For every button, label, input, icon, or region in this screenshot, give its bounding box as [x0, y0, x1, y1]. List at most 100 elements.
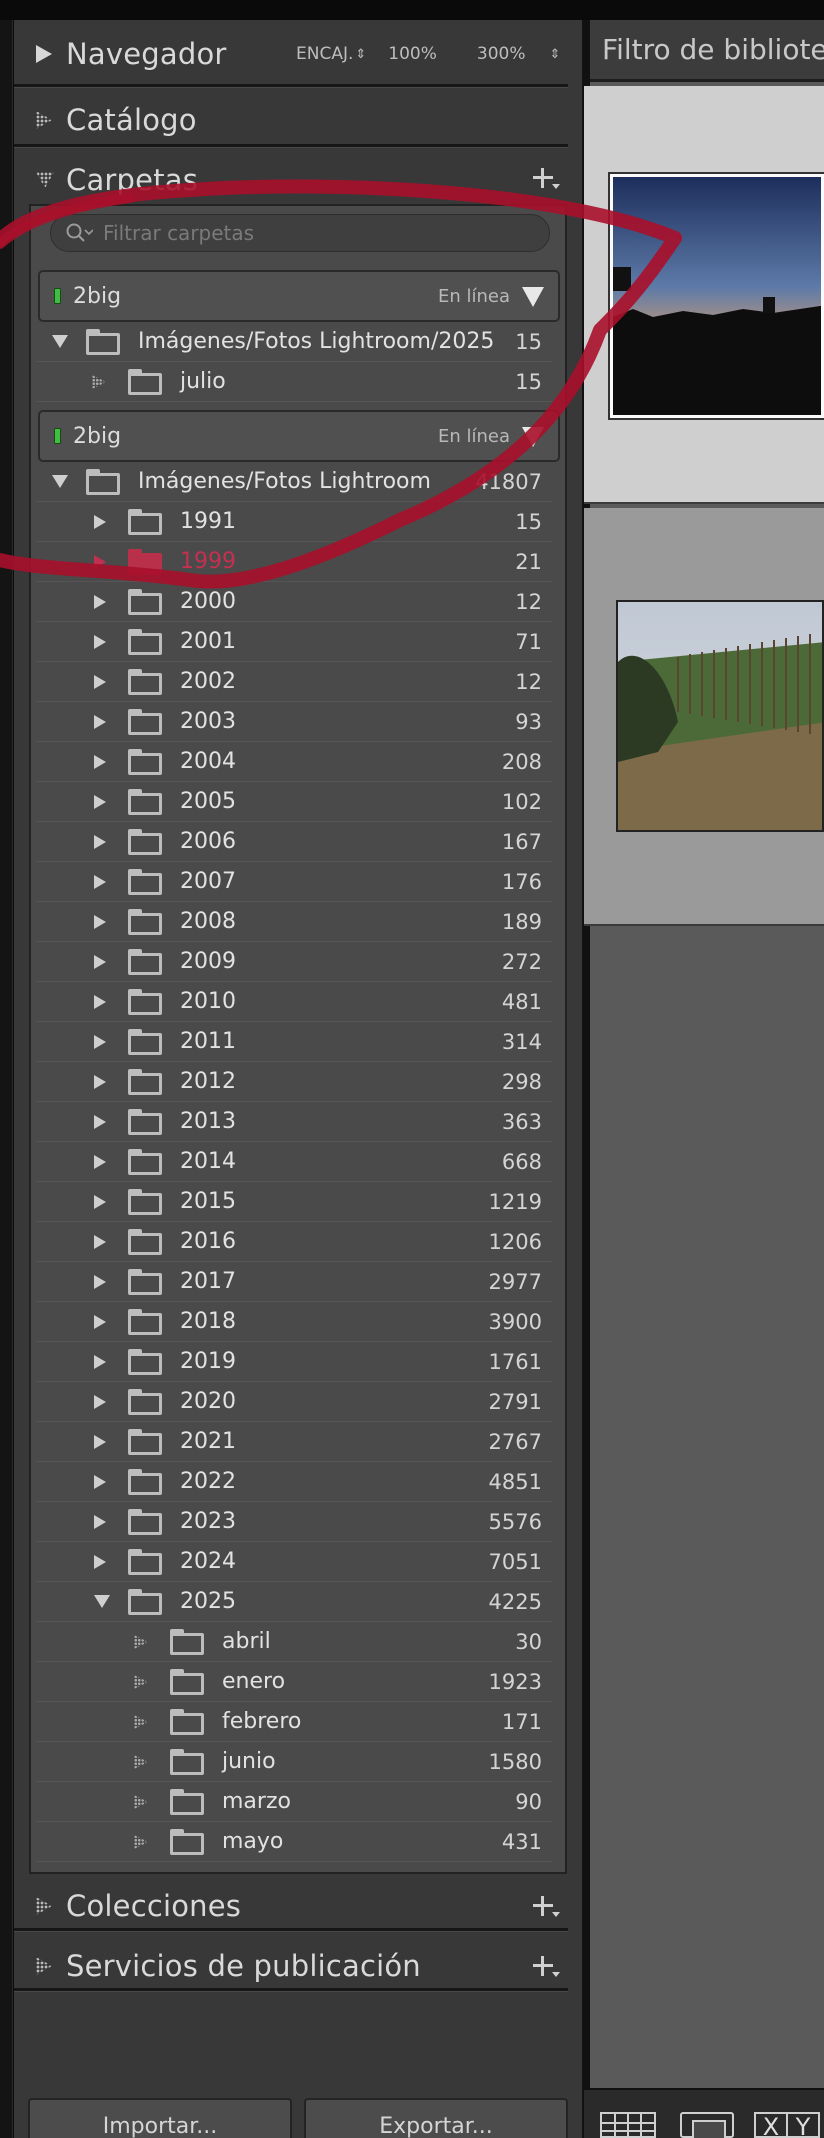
folder-row[interactable]: 2018 3900: [36, 1302, 552, 1342]
dune-fence-photo-thumbnail[interactable]: [616, 600, 824, 832]
expand-triangle-icon[interactable]: [94, 915, 108, 929]
folder-row[interactable]: julio 15: [36, 362, 552, 402]
expand-triangle-icon[interactable]: [94, 995, 108, 1009]
folder-row[interactable]: Imágenes/Fotos Lightroom 41807: [36, 462, 552, 502]
import-button[interactable]: Importar...: [28, 2098, 292, 2138]
folder-row[interactable]: 2006 167: [36, 822, 552, 862]
folder-row[interactable]: 2002 12: [36, 662, 552, 702]
expand-triangle-icon[interactable]: [94, 1075, 108, 1089]
folder-row[interactable]: Imágenes/Fotos Lightroom/2025 15: [36, 322, 552, 362]
expand-triangle-icon[interactable]: [94, 1475, 108, 1489]
folder-row[interactable]: enero 1923: [36, 1662, 552, 1702]
left-edge-panel-toggle[interactable]: [0, 20, 13, 2138]
add-publish-service-plus-icon[interactable]: [528, 1950, 560, 1982]
expand-triangle-icon[interactable]: [94, 1315, 108, 1329]
folder-row[interactable]: 2021 2767: [36, 1422, 552, 1462]
expand-triangle-icon[interactable]: [94, 635, 108, 649]
expand-triangle-icon[interactable]: [94, 595, 108, 609]
compare-view-icon[interactable]: X Y: [754, 2112, 820, 2138]
expand-triangle-icon[interactable]: [94, 1035, 108, 1049]
expand-triangle-icon[interactable]: [94, 835, 108, 849]
expand-triangle-icon[interactable]: [94, 1155, 108, 1169]
collections-header[interactable]: Colecciones: [14, 1884, 568, 1928]
loupe-view-icon[interactable]: [680, 2112, 734, 2138]
folder-row[interactable]: 2010 481: [36, 982, 552, 1022]
expand-triangle-icon[interactable]: [94, 675, 108, 689]
folder-row[interactable]: 2008 189: [36, 902, 552, 942]
folder-row[interactable]: 2009 272: [36, 942, 552, 982]
folder-row[interactable]: 2020 2791: [36, 1382, 552, 1422]
folder-row[interactable]: 2004 208: [36, 742, 552, 782]
folder-row[interactable]: mayo 431: [36, 1822, 552, 1862]
zoom-100-option[interactable]: 100%: [388, 44, 437, 64]
expand-triangle-icon[interactable]: [94, 1115, 108, 1129]
publish-services-header[interactable]: Servicios de publicación: [14, 1944, 568, 1988]
collapse-triangle-icon[interactable]: [52, 335, 68, 349]
folders-header[interactable]: Carpetas: [14, 158, 568, 202]
expand-triangle-icon[interactable]: [94, 755, 108, 769]
export-button[interactable]: Exportar...: [304, 2098, 568, 2138]
folders-collapse-icon[interactable]: [14, 160, 54, 200]
expand-triangle-icon[interactable]: [94, 715, 108, 729]
folder-row[interactable]: 2007 176: [36, 862, 552, 902]
folder-row[interactable]: 2000 12: [36, 582, 552, 622]
expand-dotted-icon[interactable]: [134, 1715, 148, 1729]
folder-row[interactable]: 2019 1761: [36, 1342, 552, 1382]
expand-dotted-icon[interactable]: [134, 1795, 148, 1809]
collections-expand-icon[interactable]: [14, 1886, 54, 1926]
folder-row[interactable]: 2013 363: [36, 1102, 552, 1142]
filter-folders-input[interactable]: Filtrar carpetas: [50, 214, 550, 252]
catalog-header[interactable]: Catálogo: [14, 98, 568, 142]
expand-triangle-icon[interactable]: [94, 795, 108, 809]
expand-triangle-icon[interactable]: [94, 1235, 108, 1249]
expand-triangle-icon[interactable]: [94, 1435, 108, 1449]
folder-row[interactable]: 2011 314: [36, 1022, 552, 1062]
folder-row[interactable]: 2015 1219: [36, 1182, 552, 1222]
grid-view-icon[interactable]: [600, 2112, 656, 2138]
expand-triangle-icon[interactable]: [94, 955, 108, 969]
expand-triangle-icon[interactable]: [94, 1395, 108, 1409]
folder-row[interactable]: 2012 298: [36, 1062, 552, 1102]
volume-header[interactable]: 2big En línea: [38, 270, 560, 322]
expand-dotted-icon[interactable]: [134, 1835, 148, 1849]
folder-row[interactable]: 2001 71: [36, 622, 552, 662]
zoom-300-option[interactable]: 300%: [477, 44, 526, 64]
navigator-collapse-icon[interactable]: [14, 34, 54, 74]
expand-dotted-icon[interactable]: [134, 1675, 148, 1689]
expand-triangle-icon[interactable]: [94, 1515, 108, 1529]
folder-row[interactable]: 2024 7051: [36, 1542, 552, 1582]
collapse-triangle-icon[interactable]: [52, 475, 68, 489]
folder-row[interactable]: 1991 15: [36, 502, 552, 542]
folder-row[interactable]: febrero 171: [36, 1702, 552, 1742]
volume-menu-triangle-icon[interactable]: [522, 287, 544, 307]
updown-icon[interactable]: ⇕: [355, 47, 366, 62]
folder-row[interactable]: 2016 1206: [36, 1222, 552, 1262]
expand-dotted-icon[interactable]: [134, 1755, 148, 1769]
folder-row[interactable]: junio 1580: [36, 1742, 552, 1782]
expand-triangle-icon[interactable]: [94, 515, 108, 529]
zoom-stepper-icon[interactable]: ⇕: [550, 47, 561, 62]
publish-expand-icon[interactable]: [14, 1946, 54, 1986]
expand-triangle-icon[interactable]: [94, 875, 108, 889]
expand-dotted-icon[interactable]: [134, 1635, 148, 1649]
collapse-triangle-icon[interactable]: [94, 1595, 110, 1609]
sunset-photo-thumbnail[interactable]: [608, 172, 824, 420]
folder-row[interactable]: abril 30: [36, 1622, 552, 1662]
folder-row[interactable]: 2017 2977: [36, 1262, 552, 1302]
folder-row[interactable]: 2005 102: [36, 782, 552, 822]
folder-row[interactable]: 2003 93: [36, 702, 552, 742]
folder-row[interactable]: 2025 4225: [36, 1582, 552, 1622]
folder-row[interactable]: 2023 5576: [36, 1502, 552, 1542]
add-folder-plus-icon[interactable]: [528, 162, 560, 194]
expand-triangle-icon[interactable]: [94, 1355, 108, 1369]
folder-row[interactable]: 2022 4851: [36, 1462, 552, 1502]
catalog-expand-icon[interactable]: [14, 100, 54, 140]
expand-triangle-icon[interactable]: [94, 1275, 108, 1289]
expand-triangle-icon[interactable]: [94, 555, 108, 569]
folder-row[interactable]: 1999 21: [36, 542, 552, 582]
expand-triangle-icon[interactable]: [94, 1555, 108, 1569]
volume-header[interactable]: 2big En línea: [38, 410, 560, 462]
expand-triangle-icon[interactable]: [94, 1195, 108, 1209]
volume-menu-triangle-icon[interactable]: [522, 427, 544, 447]
folder-row[interactable]: marzo 90: [36, 1782, 552, 1822]
